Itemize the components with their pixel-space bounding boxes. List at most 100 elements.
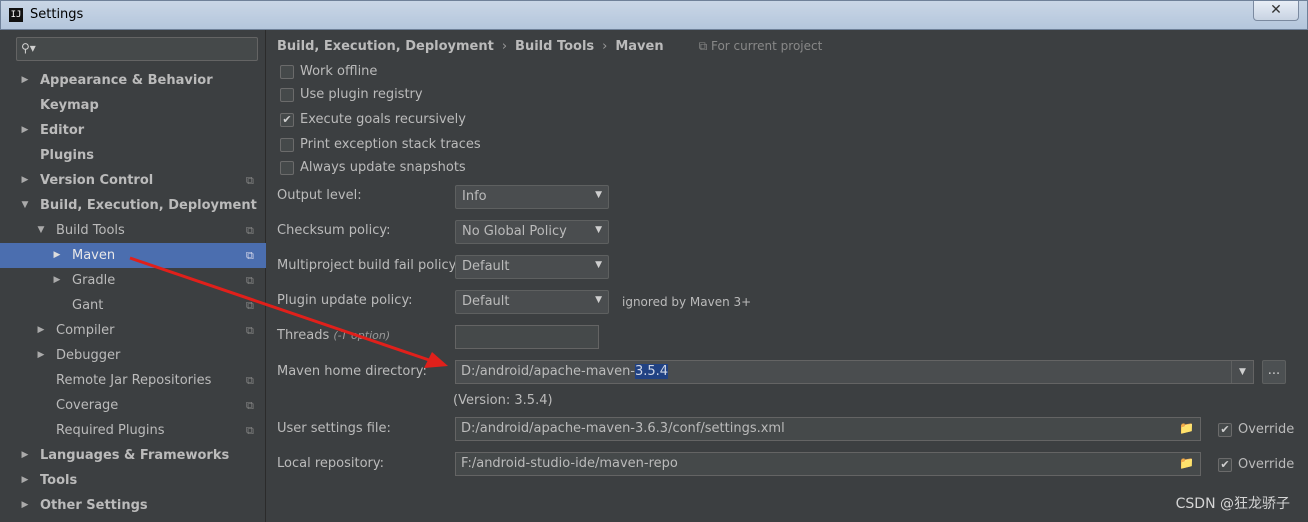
checksum-policy-label: Checksum policy: (277, 223, 391, 238)
expand-arrow-icon[interactable]: ▶ (20, 68, 30, 93)
intellij-app-icon: IJ (9, 8, 23, 22)
checkmark-icon[interactable]: ✔ (280, 113, 294, 127)
dropdown-arrow-icon[interactable]: ▼ (1231, 361, 1253, 383)
user-settings-file-label: User settings file: (277, 421, 391, 436)
output-level-select[interactable]: Info ▼ (455, 185, 609, 209)
expand-arrow-icon[interactable]: ▶ (20, 493, 30, 518)
tree-item-plugins[interactable]: Plugins (0, 143, 266, 168)
tree-item-languages-frameworks[interactable]: ▶ Languages & Frameworks (0, 443, 266, 468)
local-repository-input[interactable]: F:/android-studio-ide/maven-repo 📁 (455, 452, 1201, 476)
project-scope-icon: ⧉ (246, 324, 254, 337)
checkbox-box[interactable] (280, 138, 294, 152)
checkbox-box[interactable] (280, 161, 294, 175)
collapse-arrow-icon[interactable]: ▼ (20, 193, 30, 218)
output-level-value: Info (462, 189, 487, 204)
tree-item-build-execution-deployment[interactable]: ▼ Build, Execution, Deployment (0, 193, 266, 218)
breadcrumb-build-execution-deployment: Build, Execution, Deployment (277, 39, 494, 54)
project-scope-icon: ⧉ (246, 249, 254, 262)
expand-arrow-icon[interactable]: ▶ (20, 118, 30, 143)
checkbox-label: Execute goals recursively (300, 112, 466, 127)
expand-arrow-icon[interactable]: ▶ (36, 343, 46, 368)
project-scope-icon: ⧉ (246, 424, 254, 437)
folder-icon[interactable]: 📁 (1179, 456, 1194, 470)
user-settings-value: D:/android/apache-maven-3.6.3/conf/setti… (461, 421, 785, 436)
output-level-label: Output level: (277, 188, 362, 203)
tree-item-label: Coverage (56, 398, 119, 413)
tree-item-other-settings[interactable]: ▶ Other Settings (0, 493, 266, 518)
checkbox-box[interactable] (280, 65, 294, 79)
dropdown-arrow-icon: ▼ (595, 190, 602, 200)
tree-item-label: Editor (40, 123, 85, 138)
maven-version-label: (Version: 3.5.4) (453, 393, 553, 408)
plugin-update-policy-select[interactable]: Default ▼ (455, 290, 609, 314)
tree-item-label: Remote Jar Repositories (56, 373, 212, 388)
tree-item-label: Keymap (40, 98, 99, 113)
tree-item-keymap[interactable]: Keymap (0, 93, 266, 118)
dropdown-arrow-icon: ▼ (595, 260, 602, 270)
maven-home-path-prefix: D:/android/apache-maven- (461, 364, 635, 379)
window-titlebar: IJ Settings ✕ (0, 0, 1308, 30)
project-scope-icon: ⧉ (246, 374, 254, 387)
settings-sidebar: ⚲▾ ▶ Appearance & Behavior Keymap ▶ Edit… (0, 30, 266, 522)
tree-item-compiler[interactable]: ▶ Compiler ⧉ (0, 318, 266, 343)
tree-item-required-plugins[interactable]: Required Plugins ⧉ (0, 418, 266, 443)
expand-arrow-icon[interactable]: ▶ (36, 318, 46, 343)
tree-item-remote-jar-repositories[interactable]: Remote Jar Repositories ⧉ (0, 368, 266, 393)
collapse-arrow-icon[interactable]: ▼ (36, 218, 46, 243)
fail-policy-value: Default (462, 259, 510, 274)
for-current-project-label: ⧉ For current project (698, 39, 823, 53)
user-settings-file-input[interactable]: D:/android/apache-maven-3.6.3/conf/setti… (455, 417, 1201, 441)
multiproject-fail-policy-select[interactable]: Default ▼ (455, 255, 609, 279)
override-label: Override (1238, 422, 1295, 437)
multiproject-fail-policy-label: Multiproject build fail policy: (277, 258, 460, 273)
tree-item-editor[interactable]: ▶ Editor (0, 118, 266, 143)
checksum-policy-select[interactable]: No Global Policy ▼ (455, 220, 609, 244)
plugin-update-policy-label: Plugin update policy: (277, 293, 413, 308)
folder-icon[interactable]: 📁 (1179, 421, 1194, 435)
tree-item-label: Gant (72, 298, 104, 313)
tree-item-label: Other Settings (40, 498, 148, 513)
threads-label: Threads (-T option) (277, 328, 390, 343)
project-scope-icon: ⧉ (246, 299, 254, 312)
expand-arrow-icon[interactable]: ▶ (20, 168, 30, 193)
browse-maven-home-button[interactable]: ... (1262, 360, 1286, 384)
expand-arrow-icon[interactable]: ▶ (52, 268, 62, 293)
maven-settings-panel: Build, Execution, Deployment › Build Tools… (267, 30, 1308, 522)
checkbox-label: Always update snapshots (300, 160, 466, 175)
expand-arrow-icon[interactable]: ▶ (20, 468, 30, 493)
tree-item-label: Maven (72, 248, 116, 263)
breadcrumb-separator: › (602, 39, 608, 54)
breadcrumb-separator: › (501, 39, 508, 54)
tree-item-version-control[interactable]: ▶ Version Control ⧉ (0, 168, 266, 193)
dropdown-arrow-icon: ▼ (595, 225, 602, 235)
tree-item-label: Gradle (72, 273, 116, 288)
maven-home-directory-combo[interactable]: D:/android/apache-maven-3.5.4 ▼ (455, 360, 1254, 384)
csdn-watermark: CSDN @狂龙骄子 (1175, 496, 1290, 512)
tree-item-gradle[interactable]: ▶ Gradle ⧉ (0, 268, 266, 293)
checkmark-icon[interactable]: ✔ (1218, 423, 1232, 437)
project-scope-icon: ⧉ (246, 399, 254, 412)
settings-tree: ▶ Appearance & Behavior Keymap ▶ Editor … (0, 68, 266, 518)
checkmark-icon[interactable]: ✔ (1218, 458, 1232, 472)
project-scope-icon: ⧉ (246, 174, 254, 187)
threads-input[interactable] (455, 325, 599, 349)
tree-item-debugger[interactable]: ▶ Debugger (0, 343, 266, 368)
tree-item-maven[interactable]: ▶ Maven ⧉ (0, 243, 266, 268)
tree-item-gant[interactable]: Gant ⧉ (0, 293, 266, 318)
tree-item-appearance-behavior[interactable]: ▶ Appearance & Behavior (0, 68, 266, 93)
expand-arrow-icon[interactable]: ▶ (52, 243, 62, 268)
close-window-button[interactable]: ✕ (1253, 1, 1299, 21)
settings-search-input[interactable]: ⚲▾ (16, 37, 258, 61)
tree-item-label: Compiler (56, 323, 115, 338)
checkbox-box[interactable] (280, 88, 294, 102)
tree-item-label: Appearance & Behavior (40, 73, 213, 88)
tree-item-build-tools[interactable]: ▼ Build Tools ⧉ (0, 218, 266, 243)
tree-item-tools[interactable]: ▶ Tools (0, 468, 266, 493)
threads-label-text: Threads (277, 328, 330, 343)
tree-item-label: Debugger (56, 348, 121, 363)
tree-item-coverage[interactable]: Coverage ⧉ (0, 393, 266, 418)
checkbox-label: Print exception stack traces (300, 137, 481, 152)
breadcrumb-build-tools: Build Tools (515, 39, 595, 54)
expand-arrow-icon[interactable]: ▶ (20, 443, 30, 468)
project-scope-icon: ⧉ (246, 224, 254, 237)
